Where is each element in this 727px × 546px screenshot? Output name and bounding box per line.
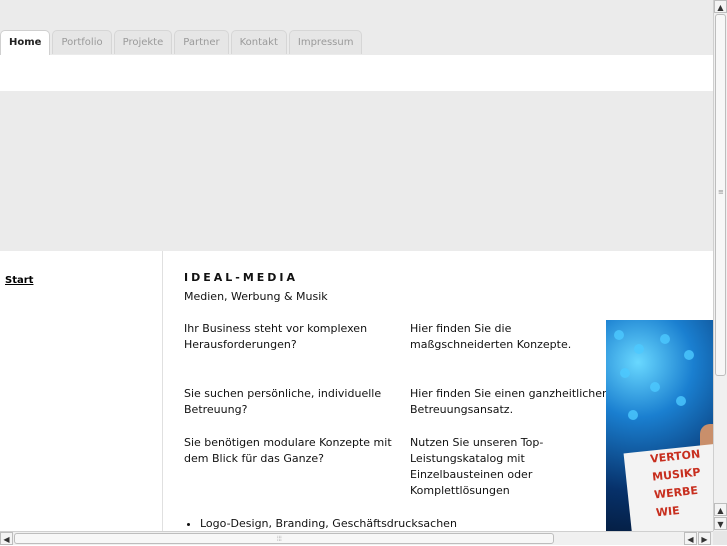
tab-kontakt[interactable]: Kontakt	[230, 30, 287, 54]
light-dot	[634, 344, 644, 354]
scroll-up-icon[interactable]: ▲	[714, 0, 727, 13]
scroll-left-icon[interactable]: ◀	[0, 532, 13, 545]
question-text: Ihr Business steht vor komplexen Herausf…	[184, 322, 368, 351]
brand-subtitle: Medien, Werbung & Musik	[184, 290, 328, 303]
main-nav-tabs: Home Portfolio Projekte Partner Kontakt …	[0, 30, 364, 55]
header-banner	[0, 91, 713, 251]
tab-partner[interactable]: Partner	[174, 30, 229, 54]
vertical-scrollbar[interactable]: ▲ ≡ ▲ ▼	[713, 0, 727, 531]
service-list: Logo-Design, Branding, Geschäftsdrucksac…	[184, 516, 457, 532]
grip-icon: ⦙⦙⦙	[277, 535, 282, 543]
answer-text: Hier finden Sie einen ganzheitlichen Bet…	[410, 387, 610, 416]
light-dot	[614, 330, 624, 340]
light-dot	[650, 382, 660, 392]
list-item: Logo-Design, Branding, Geschäftsdrucksac…	[200, 516, 457, 532]
nav-underline-strip	[0, 55, 713, 91]
question-text: Sie benötigen modulare Konzepte mit dem …	[184, 436, 392, 465]
scroll-left-icon[interactable]: ◀	[684, 532, 697, 545]
tab-impressum[interactable]: Impressum	[288, 30, 363, 54]
scroll-up-icon[interactable]: ▲	[714, 503, 727, 516]
tab-portfolio[interactable]: Portfolio	[52, 30, 112, 54]
sign-board: VERTON MUSIKP WERBE WIE	[623, 443, 713, 531]
horizontal-scroll-thumb[interactable]: ⦙⦙⦙	[14, 533, 554, 544]
sidebar: Start	[0, 251, 163, 531]
promo-photo: VERTON MUSIKP WERBE WIE	[606, 320, 713, 531]
vertical-scroll-thumb[interactable]: ≡	[715, 14, 726, 376]
sidebar-item-start[interactable]: Start	[5, 275, 33, 286]
answer-text: Nutzen Sie unseren Top-Leistungskatalog …	[410, 436, 544, 497]
light-dot	[620, 368, 630, 378]
light-dot	[676, 396, 686, 406]
scroll-right-icon[interactable]: ▶	[698, 532, 711, 545]
brand-title: IDEAL-MEDIA	[184, 271, 299, 284]
light-dot	[660, 334, 670, 344]
scrollbar-corner	[713, 531, 727, 545]
tab-projekte[interactable]: Projekte	[113, 30, 173, 54]
grip-icon: ≡	[718, 188, 724, 196]
horizontal-scrollbar[interactable]: ◀ ⦙⦙⦙ ◀ ▶	[0, 531, 713, 545]
question-text: Sie suchen persönliche, individuelle Bet…	[184, 387, 382, 416]
light-dot	[628, 410, 638, 420]
light-dot	[684, 350, 694, 360]
tab-home[interactable]: Home	[0, 30, 51, 55]
answer-text: Hier finden Sie die maßgschneiderten Kon…	[410, 322, 572, 351]
scroll-down-icon[interactable]: ▼	[714, 517, 727, 530]
